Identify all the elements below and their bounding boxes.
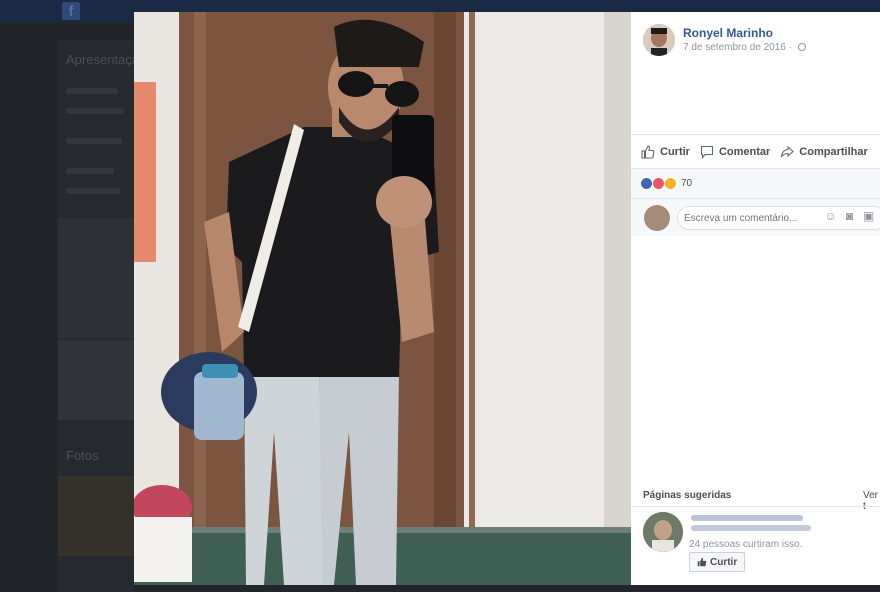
background-line [66, 188, 120, 194]
share-button[interactable]: Compartilhar [780, 145, 868, 159]
background-line [66, 108, 124, 114]
see-all-link[interactable]: Ver t [863, 490, 880, 512]
background-left-column: Apresentação Fotos [58, 40, 146, 592]
like-button-label: Curtir [660, 145, 690, 158]
author-avatar-image [643, 24, 675, 56]
suggested-page-image [643, 512, 683, 552]
post-photo[interactable] [134, 12, 631, 585]
comment-composer: ☺ ◙ ▣ [631, 198, 880, 236]
suggested-page-like-button[interactable]: Curtir [689, 552, 746, 572]
share-icon [781, 145, 795, 157]
comment-button-label: Comentar [718, 145, 771, 158]
post-actions-bar: Curtir Comentar Compartilhar [631, 134, 880, 168]
share-button-label: Compartilhar [799, 145, 868, 158]
emoji-icon[interactable]: ☺ [824, 210, 837, 223]
author-avatar[interactable] [643, 24, 675, 56]
suggested-page-likes: 24 pessoas curtiram isso. [689, 539, 803, 550]
like-button[interactable]: Curtir [641, 144, 690, 159]
globe-icon [797, 43, 806, 51]
gif-icon[interactable]: ▣ [862, 210, 875, 223]
viewer-avatar [644, 205, 670, 231]
mirror-selfie-image [134, 12, 631, 585]
reaction-count: 70 [681, 178, 693, 189]
suggested-page-category-redacted [691, 525, 811, 531]
comment-icon [700, 145, 714, 159]
comment-button[interactable]: Comentar [700, 145, 770, 159]
reactions-summary[interactable]: 70 [631, 168, 880, 198]
facebook-logo-icon: f [62, 2, 80, 20]
background-photo [58, 340, 134, 420]
suggested-like-label: Curtir [710, 556, 738, 568]
background-line [66, 168, 114, 174]
thumbs-up-icon [641, 144, 655, 159]
background-line [66, 88, 118, 94]
author-name-link[interactable]: Ronyel Marinho [683, 26, 773, 40]
post-meta: 7 de setembro de 2016 · [683, 42, 806, 53]
suggested-pages-title: Páginas sugeridas [643, 490, 732, 501]
haha-reaction-icon [664, 177, 677, 190]
suggested-page-avatar[interactable] [643, 512, 683, 552]
background-photo [58, 218, 134, 338]
post-details-panel: Ronyel Marinho 7 de setembro de 2016 · C… [631, 12, 880, 585]
background-line [66, 138, 122, 144]
background-photos-title: Fotos [66, 448, 99, 463]
divider [631, 506, 880, 507]
post-date-link[interactable]: 7 de setembro de 2016 [683, 42, 786, 53]
camera-icon[interactable]: ◙ [843, 210, 856, 223]
thumbs-up-icon [697, 557, 707, 567]
suggested-page-name-redacted [691, 515, 803, 521]
background-photo [58, 476, 134, 556]
